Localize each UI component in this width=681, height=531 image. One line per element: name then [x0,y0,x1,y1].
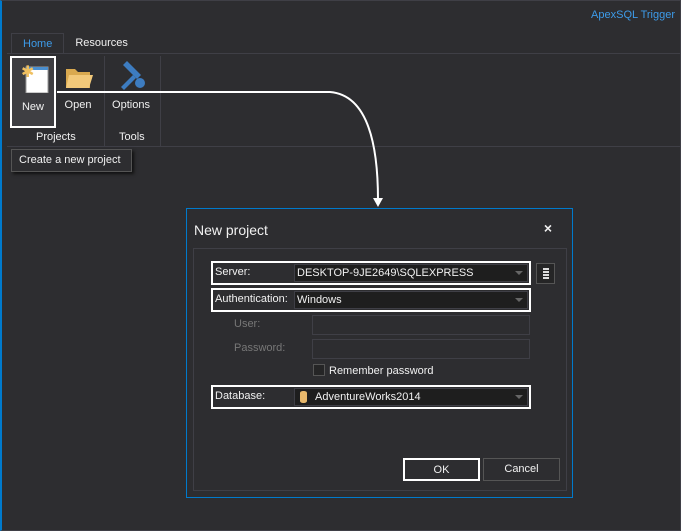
connection-panel: Server: DESKTOP-9JE2649\SQLEXPRESS Authen… [193,248,567,491]
ok-button[interactable]: OK [403,458,480,481]
database-icon [300,391,307,403]
remember-password-label: Remember password [329,365,434,377]
server-icon [543,268,549,280]
password-input[interactable] [312,339,530,359]
chevron-down-icon [515,271,523,275]
dialog-title: New project [194,222,268,238]
cancel-button[interactable]: Cancel [483,458,560,481]
authentication-combo[interactable]: Windows [294,291,528,309]
password-label: Password: [234,342,286,354]
server-combo[interactable]: DESKTOP-9JE2649\SQLEXPRESS [294,264,528,282]
chevron-down-icon [515,395,523,399]
remember-password-checkbox[interactable] [313,364,325,376]
close-button[interactable]: × [544,220,552,236]
database-row: Database: AdventureWorks2014 [211,385,531,409]
user-input[interactable] [312,315,530,335]
authentication-row: Authentication: Windows [211,288,531,312]
browse-servers-button[interactable] [536,263,555,284]
chevron-down-icon [515,298,523,302]
database-combo[interactable]: AdventureWorks2014 [294,388,528,406]
server-row: Server: DESKTOP-9JE2649\SQLEXPRESS [211,261,531,285]
new-project-dialog: New project × Server: DESKTOP-9JE2649\SQL… [186,208,573,498]
user-label: User: [234,318,261,330]
